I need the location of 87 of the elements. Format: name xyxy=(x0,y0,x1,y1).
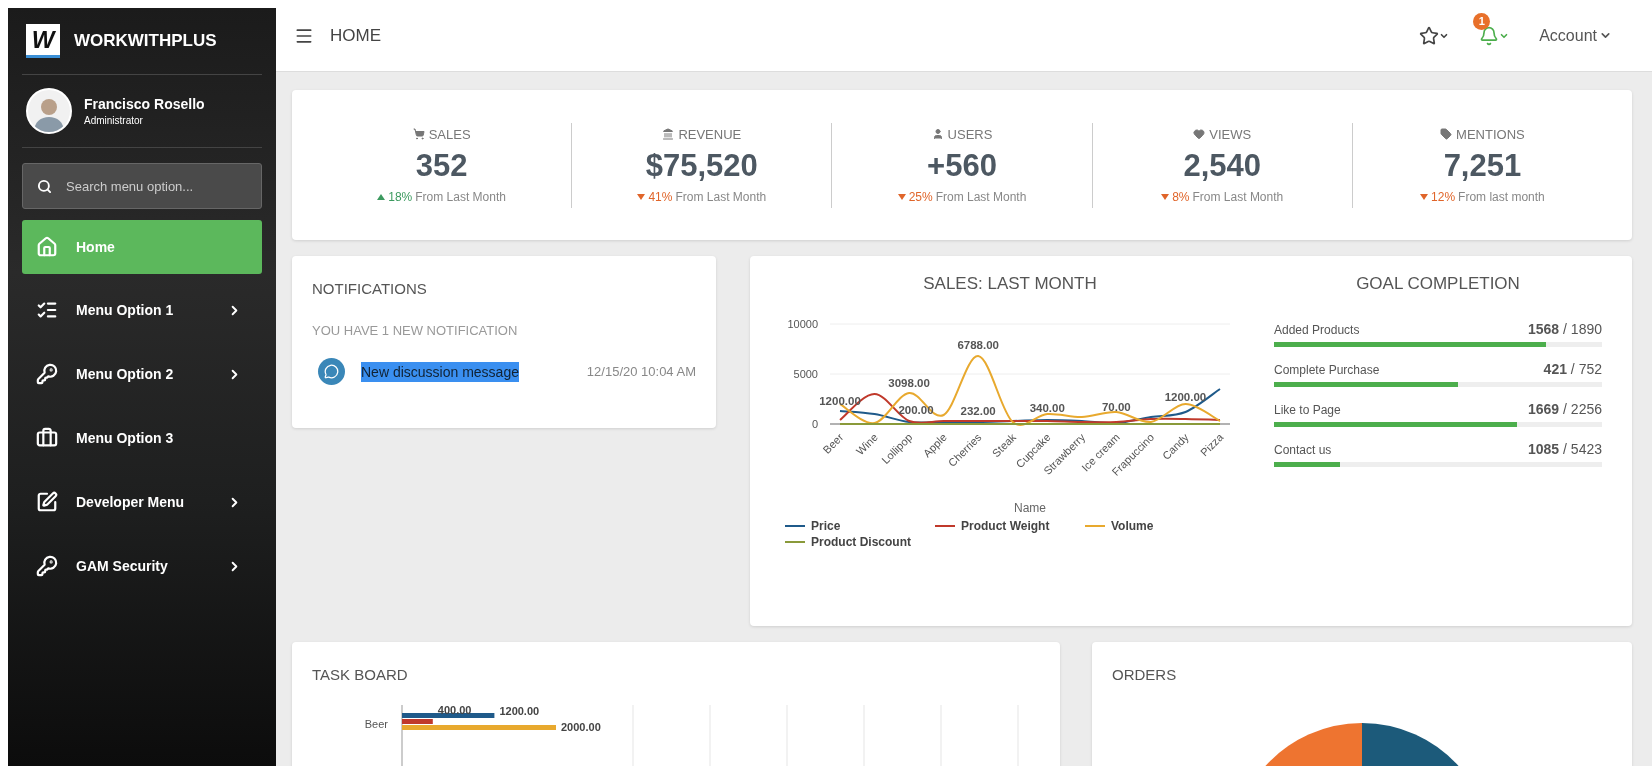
logo: W xyxy=(26,24,60,58)
data-label: 232.00 xyxy=(960,405,996,417)
menu-item[interactable]: Menu Option 2 xyxy=(22,342,262,406)
stat-value: $75,520 xyxy=(645,147,758,184)
bank-icon xyxy=(662,128,675,140)
axis-tick-label: 0 xyxy=(811,418,818,430)
menu-item[interactable]: Menu Option 1 xyxy=(22,278,262,342)
key-icon xyxy=(36,363,58,385)
bell-icon xyxy=(1479,25,1500,46)
notification-time: 12/15/20 10:04 AM xyxy=(586,364,696,379)
stat-label: USERS xyxy=(947,126,993,142)
notifications-button[interactable] xyxy=(1479,25,1510,46)
key-icon xyxy=(36,555,58,577)
legend-item: Price xyxy=(785,519,935,533)
card-title: ORDERS xyxy=(1112,666,1178,683)
stat-label: SALES xyxy=(428,126,471,142)
data-label: 340.00 xyxy=(1029,402,1065,414)
list-icon xyxy=(36,299,58,321)
axis-tick-label: 5000 xyxy=(793,368,818,380)
tag-icon xyxy=(1440,128,1453,140)
menu-item[interactable]: Developer Menu xyxy=(22,470,262,534)
legend-item: Product Discount xyxy=(785,535,935,549)
chart-title: SALES: LAST MONTH xyxy=(923,274,1097,294)
data-label: 400.00 xyxy=(437,704,472,716)
search-input[interactable]: Search menu option... xyxy=(64,177,254,195)
menu-item[interactable]: GAM Security xyxy=(22,534,262,598)
stat-label: VIEWS xyxy=(1209,126,1252,142)
goal-label: Added Products xyxy=(1274,323,1360,337)
change-note: From Last Month xyxy=(415,189,506,204)
goal-label: Complete Purchase xyxy=(1274,363,1380,377)
star-icon xyxy=(1419,25,1440,46)
data-label: 1200.00 xyxy=(819,395,861,407)
change-note: From Last Month xyxy=(935,189,1027,204)
data-label: 3098.00 xyxy=(888,377,930,389)
user-icon xyxy=(931,128,944,140)
card-title: NOTIFICATIONS xyxy=(312,280,428,297)
change-percent: 41% xyxy=(648,189,673,204)
menu-item[interactable]: Menu Option 3 xyxy=(22,406,262,470)
goal-count: 421 / 752 xyxy=(1543,361,1602,377)
data-label: 1200.00 xyxy=(1164,391,1207,403)
card-title: TASK BOARD xyxy=(312,666,409,683)
goal-label: Contact us xyxy=(1274,443,1332,457)
axis-tick-label: 10000 xyxy=(787,318,818,330)
data-label: 1200.00 xyxy=(499,705,540,717)
goal-label: Like to Page xyxy=(1274,403,1341,417)
home-icon xyxy=(36,236,58,258)
user-name: Francisco Rosello xyxy=(84,96,205,112)
heart-icon xyxy=(1193,128,1206,140)
goal-count: 1669 / 2256 xyxy=(1528,401,1602,417)
chat-icon xyxy=(318,358,345,385)
notification-badge: 1 xyxy=(1473,12,1491,30)
change-note: From Last Month xyxy=(1192,189,1284,204)
search-field[interactable]: Search menu option... xyxy=(22,163,262,209)
legend-item: Product Weight xyxy=(935,519,1085,533)
data-label: 2000.00 xyxy=(561,721,601,733)
axis-title: Name xyxy=(1014,501,1046,515)
edit-icon xyxy=(36,491,58,513)
avatar xyxy=(26,88,72,134)
briefcase-icon xyxy=(36,427,58,449)
change-percent: 8% xyxy=(1172,189,1190,204)
search-icon xyxy=(37,178,52,194)
change-note: From last month xyxy=(1458,189,1545,204)
notification-message[interactable]: New discussion message xyxy=(361,361,519,382)
goal-count: 1568 / 1890 xyxy=(1528,321,1602,337)
change-percent: 18% xyxy=(388,189,413,204)
stat-value: +560 xyxy=(927,147,997,184)
goals-title: GOAL COMPLETION xyxy=(1355,274,1521,294)
legend-item: Volume xyxy=(1085,519,1225,533)
cart-icon xyxy=(412,128,425,140)
change-percent: 12% xyxy=(1431,189,1456,204)
notification-summary: YOU HAVE 1 NEW NOTIFICATION xyxy=(312,323,519,338)
account-menu[interactable]: Account xyxy=(1539,26,1612,45)
stat-value: 7,251 xyxy=(1443,147,1522,184)
favorites-button[interactable] xyxy=(1419,25,1450,46)
stat-value: 352 xyxy=(415,147,468,184)
category-label: Beer xyxy=(364,718,388,730)
brand-name: WORKWITHPLUS xyxy=(74,31,217,51)
change-percent: 25% xyxy=(908,189,933,204)
user-role: Administrator xyxy=(84,115,144,126)
change-note: From Last Month xyxy=(675,189,767,204)
page-title: HOME xyxy=(330,25,382,46)
goal-count: 1085 / 5423 xyxy=(1528,441,1602,457)
stat-value: 2,540 xyxy=(1183,147,1261,184)
data-label: 6788.00 xyxy=(957,339,999,351)
stat-label: REVENUE xyxy=(678,126,742,142)
data-label: 70.00 xyxy=(1101,401,1131,413)
stat-label: MENTIONS xyxy=(1456,126,1525,142)
